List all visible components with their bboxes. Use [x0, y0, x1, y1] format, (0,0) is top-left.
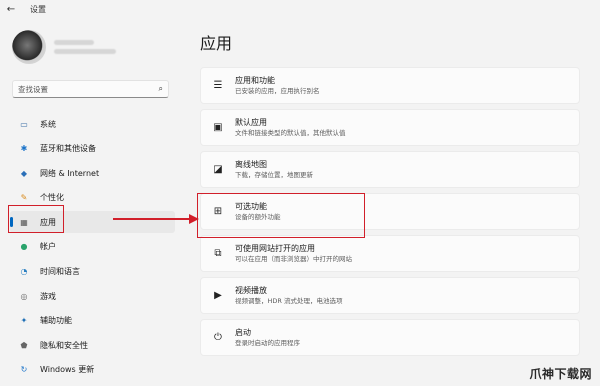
display-icon: ▭	[20, 119, 28, 129]
search-input[interactable]	[18, 84, 159, 94]
card-title: 应用和功能	[235, 76, 275, 85]
sidebar-item-label: 网络 & Internet	[40, 168, 100, 178]
sidebar-highlight-box	[8, 205, 64, 233]
search-icon[interactable]: ⌕	[159, 84, 163, 94]
card-apps-for-websites[interactable]: ⧉ 可使用网站打开的应用 可以在应用（而非浏览器）中打开的网站	[200, 235, 580, 272]
sidebar-nav: ▭ 系统 ✱ 蓝牙和其他设备 ◆ 网络 & Internet ✎ 个性化 ▦ 应…	[10, 113, 175, 384]
window-title: 设置	[30, 4, 46, 14]
sidebar-item-gaming[interactable]: ◎ 游戏	[10, 285, 175, 307]
back-arrow-icon: ←	[6, 3, 16, 15]
person-icon: ●	[20, 242, 28, 252]
site-watermark: 爪神下载网	[529, 367, 592, 381]
shield-icon: ⬟	[20, 340, 28, 350]
sidebar-item-label: 时间和语言	[40, 267, 80, 277]
sidebar-item-time-language[interactable]: ◔ 时间和语言	[10, 261, 175, 283]
list-icon: ☰	[213, 80, 223, 91]
avatar	[12, 30, 46, 64]
accessibility-icon: ✦	[20, 316, 28, 326]
profile-blurred-text	[54, 36, 116, 58]
card-description: 视频调整，HDR 流式处理，电池选项	[235, 297, 343, 305]
sidebar-item-bluetooth[interactable]: ✱ 蓝牙和其他设备	[10, 138, 175, 160]
sidebar-item-accessibility[interactable]: ✦ 辅助功能	[10, 310, 175, 332]
card-description: 登录时启动的应用程序	[235, 339, 300, 347]
card-title: 启动	[235, 328, 251, 337]
card-title: 可使用网站打开的应用	[235, 244, 315, 253]
startup-icon: ⏻	[214, 332, 222, 343]
pointer-arrow	[113, 214, 199, 224]
sidebar-item-accounts[interactable]: ● 帐户	[10, 236, 175, 258]
sidebar-item-network[interactable]: ◆ 网络 & Internet	[10, 162, 175, 184]
sidebar-item-label: Windows 更新	[40, 365, 95, 375]
card-description: 可以在应用（而非浏览器）中打开的网站	[235, 255, 352, 263]
card-default-apps[interactable]: ▣ 默认应用 文件和链接类型的默认值，其他默认值	[200, 109, 580, 146]
card-title: 默认应用	[235, 118, 267, 127]
sidebar-item-label: 个性化	[40, 193, 64, 203]
card-title: 视频播放	[235, 286, 267, 295]
sidebar-item-label: 辅助功能	[40, 316, 72, 326]
back-button[interactable]: ←	[0, 0, 22, 18]
sidebar-item-windows-update[interactable]: ↻ Windows 更新	[10, 359, 175, 381]
gamepad-icon: ◎	[20, 291, 28, 301]
update-icon: ↻	[20, 365, 28, 375]
card-highlight-box	[197, 193, 365, 238]
card-apps-features[interactable]: ☰ 应用和功能 已安装的应用，应用执行别名	[200, 67, 580, 104]
bluetooth-icon: ✱	[20, 144, 28, 154]
title-bar: ← 设置	[0, 0, 600, 18]
web-open-icon: ⧉	[214, 248, 222, 259]
wifi-icon: ◆	[20, 168, 28, 178]
card-title: 离线地图	[235, 160, 267, 169]
sidebar-item-label: 游戏	[40, 291, 56, 301]
card-description: 下载，存储位置，地图更新	[235, 171, 313, 179]
page-title: 应用	[200, 34, 233, 53]
sidebar-item-system[interactable]: ▭ 系统	[10, 113, 175, 135]
sidebar-item-label: 隐私和安全性	[40, 340, 88, 350]
sidebar-item-label: 蓝牙和其他设备	[40, 144, 96, 154]
map-icon: ◪	[213, 164, 223, 175]
card-startup[interactable]: ⏻ 启动 登录时启动的应用程序	[200, 319, 580, 356]
card-description: 已安装的应用，应用执行别名	[235, 87, 320, 95]
user-profile[interactable]	[12, 30, 116, 64]
sidebar-item-label: 系统	[40, 119, 56, 129]
default-apps-icon: ▣	[213, 122, 223, 133]
card-description: 文件和链接类型的默认值，其他默认值	[235, 129, 346, 137]
card-offline-maps[interactable]: ◪ 离线地图 下载，存储位置，地图更新	[200, 151, 580, 188]
sidebar-item-label: 帐户	[40, 242, 56, 252]
search-box[interactable]: ⌕	[12, 80, 169, 98]
video-icon: ▶	[214, 290, 222, 301]
sidebar-item-privacy[interactable]: ⬟ 隐私和安全性	[10, 334, 175, 356]
globe-clock-icon: ◔	[20, 267, 28, 277]
card-video-playback[interactable]: ▶ 视频播放 视频调整，HDR 流式处理，电池选项	[200, 277, 580, 314]
brush-icon: ✎	[20, 193, 28, 203]
